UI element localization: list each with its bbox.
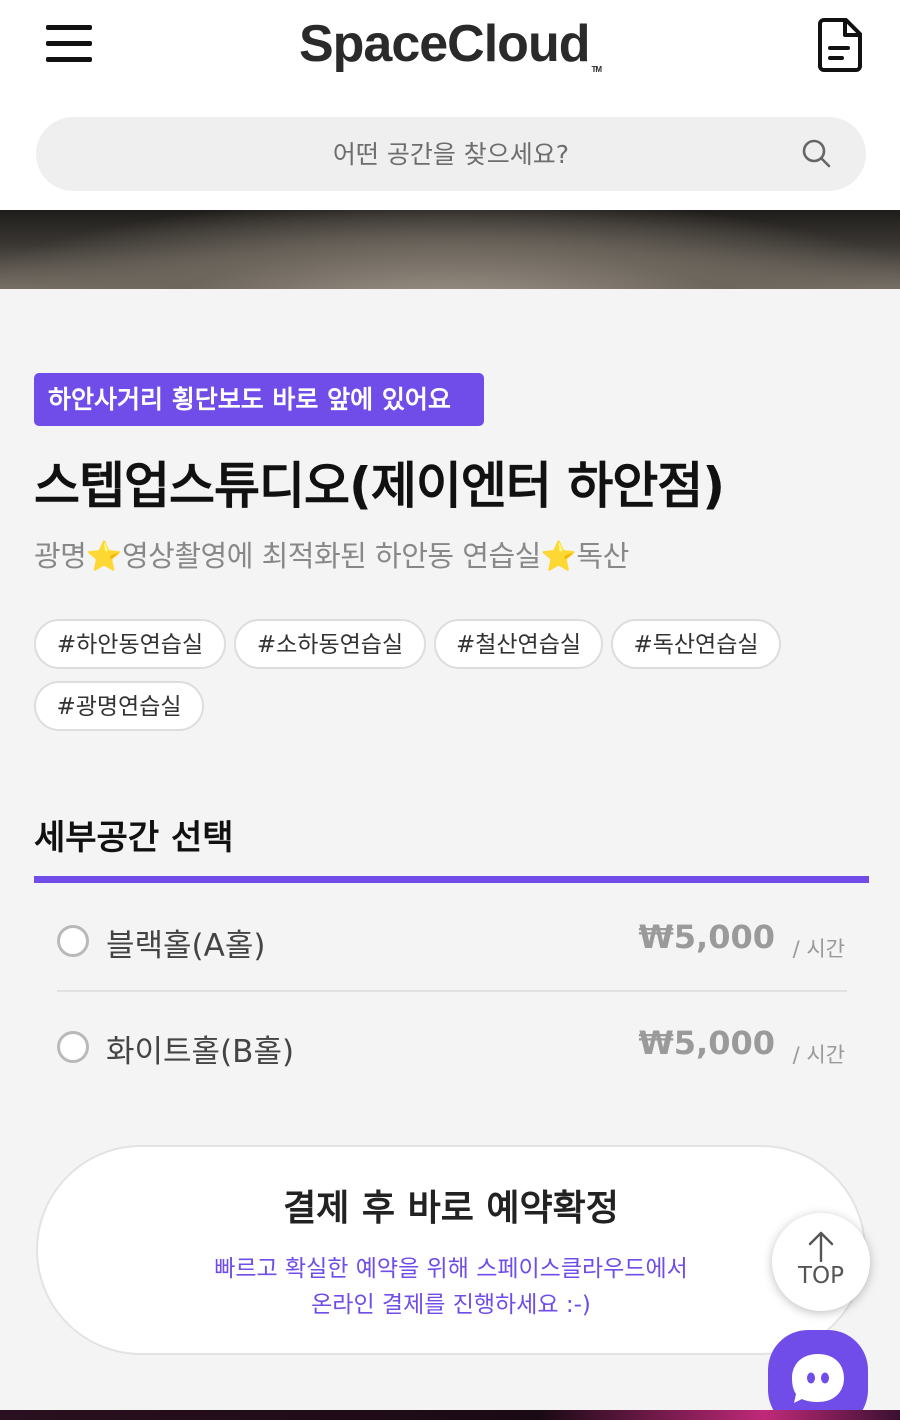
payment-info-line: 온라인 결제를 진행하세요 :-) [311,1292,591,1318]
tag-chip[interactable]: #광명연습실 [34,681,204,731]
space-subtitle: 광명⭐영상촬영에 최적화된 하안동 연습실⭐독산 [34,539,629,573]
payment-info-description: 빠르고 확실한 예약을 위해 스페이스클라우드에서 온라인 결제를 진행하세요 … [38,1251,864,1323]
radio-button[interactable] [57,925,89,957]
search-icon[interactable] [800,137,834,171]
tag-chip[interactable]: #소하동연습실 [234,619,426,669]
price-unit: / 시간 [792,1043,845,1067]
scroll-top-label: TOP [797,1263,845,1289]
tag-chip[interactable]: #철산연습실 [434,619,603,669]
arrow-up-icon [808,1231,834,1263]
next-section-image [0,1410,900,1420]
subspace-name: 화이트홀(B홀) [106,1034,295,1070]
tag-chip[interactable]: #독산연습실 [611,619,781,669]
price-unit: / 시간 [792,937,845,961]
subspace-section-title: 세부공간 선택 [34,818,234,858]
section-divider [34,876,869,883]
header: SpaceCloud TM [0,0,900,210]
subspace-name: 블랙홀(A홀) [106,928,266,964]
space-title: 스텝업스튜디오(제이엔터 하안점) [34,457,725,515]
chat-bubble-icon [792,1354,844,1403]
scroll-top-button[interactable]: TOP [772,1213,870,1311]
space-cover-image [0,210,900,289]
chat-button[interactable] [768,1330,868,1420]
search-input[interactable] [36,117,866,191]
tag-chip[interactable]: #하안동연습실 [34,619,226,669]
payment-info-card[interactable]: 결제 후 바로 예약확정 빠르고 확실한 예약을 위해 스페이스클라우드에서 온… [36,1145,866,1355]
logo-trademark: TM [591,65,602,74]
payment-info-line: 빠르고 확실한 예약을 위해 스페이스클라우드에서 [214,1256,688,1282]
subspace-price: ₩5,000 [638,1024,775,1062]
subspace-option[interactable]: 화이트홀(B홀) ₩5,000 / 시간 [34,994,869,1094]
page: SpaceCloudTM 하안사거리 횡단보도 바로 앞에 있어요 스텝업스튜디… [0,0,900,1420]
subspace-option[interactable]: 블랙홀(A홀) ₩5,000 / 시간 [34,888,869,988]
logo[interactable]: SpaceCloud TM [0,14,900,74]
search-bar [36,117,866,191]
payment-info-title: 결제 후 바로 예약확정 [283,1188,619,1229]
space-tagline-badge: 하안사거리 횡단보도 바로 앞에 있어요 [34,373,484,426]
subspace-price: ₩5,000 [638,918,775,956]
document-icon[interactable] [816,16,866,72]
radio-button[interactable] [57,1031,89,1063]
option-divider [57,990,847,992]
logo-text: SpaceCloud [298,15,590,73]
